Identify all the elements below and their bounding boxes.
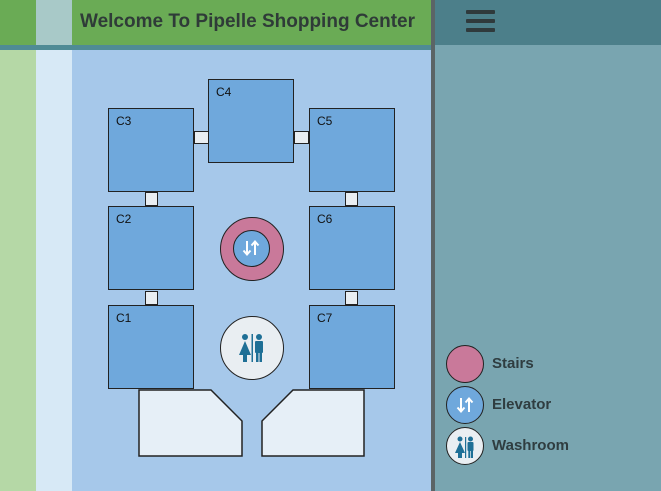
shop-c5[interactable]: C5 — [309, 108, 395, 192]
connector-c3-c4 — [194, 131, 209, 144]
legend-stairs: Stairs — [446, 345, 646, 383]
connector-c5-c6 — [345, 192, 358, 206]
elevator-icon — [233, 230, 270, 267]
shop-label: C3 — [116, 114, 132, 128]
shop-c1[interactable]: C1 — [108, 305, 194, 389]
shop-label: C5 — [317, 114, 333, 128]
shop-label: C7 — [317, 311, 333, 325]
connector-c6-c7 — [345, 291, 358, 305]
connector-c4-c5 — [294, 131, 309, 144]
app-root: Welcome To Pipelle Shopping Center C3 C4… — [0, 0, 661, 491]
connector-c3-c2 — [145, 192, 158, 206]
shop-c4[interactable]: C4 — [208, 79, 294, 163]
washroom-marker[interactable] — [220, 316, 284, 380]
shop-c6[interactable]: C6 — [309, 206, 395, 290]
washroom-icon — [239, 334, 263, 362]
legend-label: Stairs — [492, 355, 534, 372]
shop-c7[interactable]: C7 — [309, 305, 395, 389]
legend-washroom: Washroom — [446, 427, 646, 465]
shop-label: C1 — [116, 311, 132, 325]
entrance-left — [138, 389, 243, 457]
elevator-icon — [446, 386, 484, 424]
shop-c2[interactable]: C2 — [108, 206, 194, 290]
legend-label: Washroom — [492, 437, 569, 454]
washroom-icon — [446, 427, 484, 465]
legend-label: Elevator — [492, 396, 552, 413]
entrance-right — [261, 389, 365, 457]
stairs-elevator-marker[interactable] — [220, 217, 284, 281]
shop-label: C6 — [317, 212, 333, 226]
shop-label: C2 — [116, 212, 132, 226]
connector-c2-c1 — [145, 291, 158, 305]
shop-label: C4 — [216, 85, 232, 99]
stairs-icon — [446, 345, 484, 383]
legend-elevator: Elevator — [446, 386, 646, 424]
shop-c3[interactable]: C3 — [108, 108, 194, 192]
